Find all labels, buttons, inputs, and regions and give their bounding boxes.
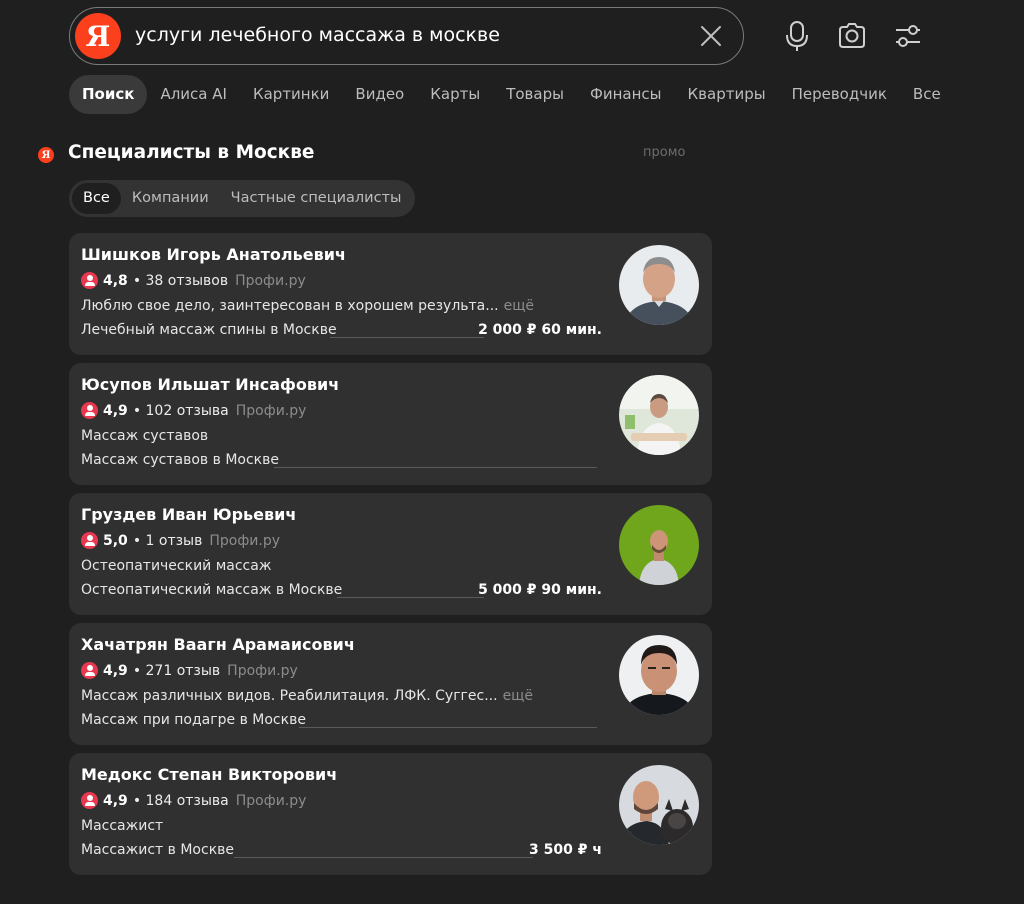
tab-maps[interactable]: Карты <box>417 75 493 114</box>
settings-sliders-icon[interactable] <box>893 20 923 52</box>
service-row[interactable]: Лечебный массаж спины в Москве 2 000 ₽ 6… <box>81 322 602 340</box>
service-price: 5 000 ₽ 90 мин. <box>478 582 602 598</box>
service-name: Массаж при подагре в Москве <box>81 712 306 728</box>
person-icon <box>81 402 98 419</box>
search-input[interactable]: услуги лечебного массажа в москве <box>135 24 500 46</box>
reviews-count: • 271 отзыв <box>132 662 221 679</box>
tab-products[interactable]: Товары <box>493 75 577 114</box>
more-link[interactable]: ещё <box>504 298 534 314</box>
avatar[interactable] <box>619 505 699 585</box>
yandex-section-icon: Я <box>38 147 54 163</box>
camera-icon[interactable] <box>837 20 867 52</box>
source-link[interactable]: Профи.ру <box>209 533 280 549</box>
microphone-icon[interactable] <box>782 20 812 52</box>
section-title[interactable]: Специалисты в Москве <box>68 142 314 163</box>
specialist-filter-group: Все Компании Частные специалисты <box>69 180 416 217</box>
tab-video[interactable]: Видео <box>342 75 417 114</box>
service-price: 3 500 ₽ ч <box>529 842 602 858</box>
description-text: Массажист <box>81 818 164 834</box>
specialist-name[interactable]: Хачатрян Ваагн Арамаисович <box>81 635 355 654</box>
specialist-card[interactable]: Медокс Степан Викторович 4,9 • 184 отзыв… <box>69 753 712 875</box>
avatar[interactable] <box>619 245 699 325</box>
filter-private-specialists[interactable]: Частные специалисты <box>220 183 413 214</box>
specialist-description: Остеопатический массаж <box>81 558 276 574</box>
leader-line <box>299 727 597 728</box>
description-text: Массаж различных видов. Реабилитация. ЛФ… <box>81 688 498 704</box>
specialist-card[interactable]: Груздев Иван Юрьевич 5,0 • 1 отзыв Профи… <box>69 493 712 615</box>
service-row[interactable]: Массаж суставов в Москве <box>81 452 602 470</box>
specialist-name[interactable]: Медокс Степан Викторович <box>81 765 337 784</box>
person-icon <box>81 662 98 679</box>
service-row[interactable]: Массажист в Москве 3 500 ₽ ч <box>81 842 602 860</box>
description-text: Люблю свое дело, заинтересован в хорошем… <box>81 298 499 314</box>
leader-line <box>337 597 484 598</box>
tab-images[interactable]: Картинки <box>240 75 342 114</box>
leader-line <box>330 337 484 338</box>
service-row[interactable]: Массаж при подагре в Москве <box>81 712 602 730</box>
rating-row: 4,9 • 102 отзыва Профи.ру <box>81 402 306 419</box>
rating-value: 4,9 <box>103 402 128 419</box>
service-name: Лечебный массаж спины в Москве <box>81 322 337 338</box>
yandex-logo[interactable]: Я <box>75 13 121 59</box>
tab-translator[interactable]: Переводчик <box>779 75 900 114</box>
service-name: Массажист в Москве <box>81 842 235 858</box>
specialist-name[interactable]: Шишков Игорь Анатольевич <box>81 245 346 264</box>
reviews-count: • 1 отзыв <box>132 532 203 549</box>
search-bar[interactable]: Я услуги лечебного массажа в москве <box>69 7 744 65</box>
reviews-count: • 184 отзыва <box>132 792 229 809</box>
filter-companies[interactable]: Компании <box>121 183 220 214</box>
specialist-name[interactable]: Юсупов Ильшат Инсафович <box>81 375 339 394</box>
rating-value: 4,8 <box>103 272 128 289</box>
description-text: Массаж суставов <box>81 428 209 444</box>
service-name: Остеопатический массаж в Москве <box>81 582 343 598</box>
description-text: Остеопатический массаж <box>81 558 272 574</box>
avatar[interactable] <box>619 375 699 455</box>
rating-value: 4,9 <box>103 662 128 679</box>
source-link[interactable]: Профи.ру <box>236 403 307 419</box>
rating-value: 5,0 <box>103 532 128 549</box>
reviews-count: • 102 отзыва <box>132 402 229 419</box>
tab-all[interactable]: Все <box>900 75 954 114</box>
specialist-description: Люблю свое дело, заинтересован в хорошем… <box>81 298 534 314</box>
tab-apartments[interactable]: Квартиры <box>675 75 779 114</box>
tab-alice-ai[interactable]: Алиса AI <box>147 75 240 114</box>
reviews-count: • 38 отзывов <box>132 272 229 289</box>
tab-finance[interactable]: Финансы <box>577 75 675 114</box>
rating-row: 4,8 • 38 отзывов Профи.ру <box>81 272 306 289</box>
service-row[interactable]: Остеопатический массаж в Москве 5 000 ₽ … <box>81 582 602 600</box>
specialist-card[interactable]: Хачатрян Ваагн Арамаисович 4,9 • 271 отз… <box>69 623 712 745</box>
specialist-description: Массажист <box>81 818 168 834</box>
rating-row: 4,9 • 271 отзыв Профи.ру <box>81 662 298 679</box>
source-link[interactable]: Профи.ру <box>227 663 298 679</box>
leader-line <box>274 467 597 468</box>
specialist-description: Массаж суставов <box>81 428 213 444</box>
person-icon <box>81 272 98 289</box>
specialist-card[interactable]: Шишков Игорь Анатольевич 4,8 • 38 отзыво… <box>69 233 712 355</box>
avatar[interactable] <box>619 635 699 715</box>
source-link[interactable]: Профи.ру <box>236 793 307 809</box>
leader-line <box>234 857 533 858</box>
rating-row: 4,9 • 184 отзыва Профи.ру <box>81 792 306 809</box>
specialist-name[interactable]: Груздев Иван Юрьевич <box>81 505 296 524</box>
search-tabs: Поиск Алиса AI Картинки Видео Карты Това… <box>69 75 954 114</box>
person-icon <box>81 792 98 809</box>
avatar[interactable] <box>619 765 699 845</box>
source-link[interactable]: Профи.ру <box>235 273 306 289</box>
service-price: 2 000 ₽ 60 мин. <box>478 322 602 338</box>
close-icon[interactable] <box>698 23 724 49</box>
rating-value: 4,9 <box>103 792 128 809</box>
filter-all[interactable]: Все <box>72 183 121 214</box>
promo-label: промо <box>643 145 686 160</box>
specialist-card[interactable]: Юсупов Ильшат Инсафович 4,9 • 102 отзыва… <box>69 363 712 485</box>
specialist-description: Массаж различных видов. Реабилитация. ЛФ… <box>81 688 533 704</box>
rating-row: 5,0 • 1 отзыв Профи.ру <box>81 532 280 549</box>
tab-search[interactable]: Поиск <box>69 75 148 114</box>
person-icon <box>81 532 98 549</box>
service-name: Массаж суставов в Москве <box>81 452 279 468</box>
more-link[interactable]: ещё <box>503 688 533 704</box>
specialist-list: Шишков Игорь Анатольевич 4,8 • 38 отзыво… <box>69 233 712 883</box>
